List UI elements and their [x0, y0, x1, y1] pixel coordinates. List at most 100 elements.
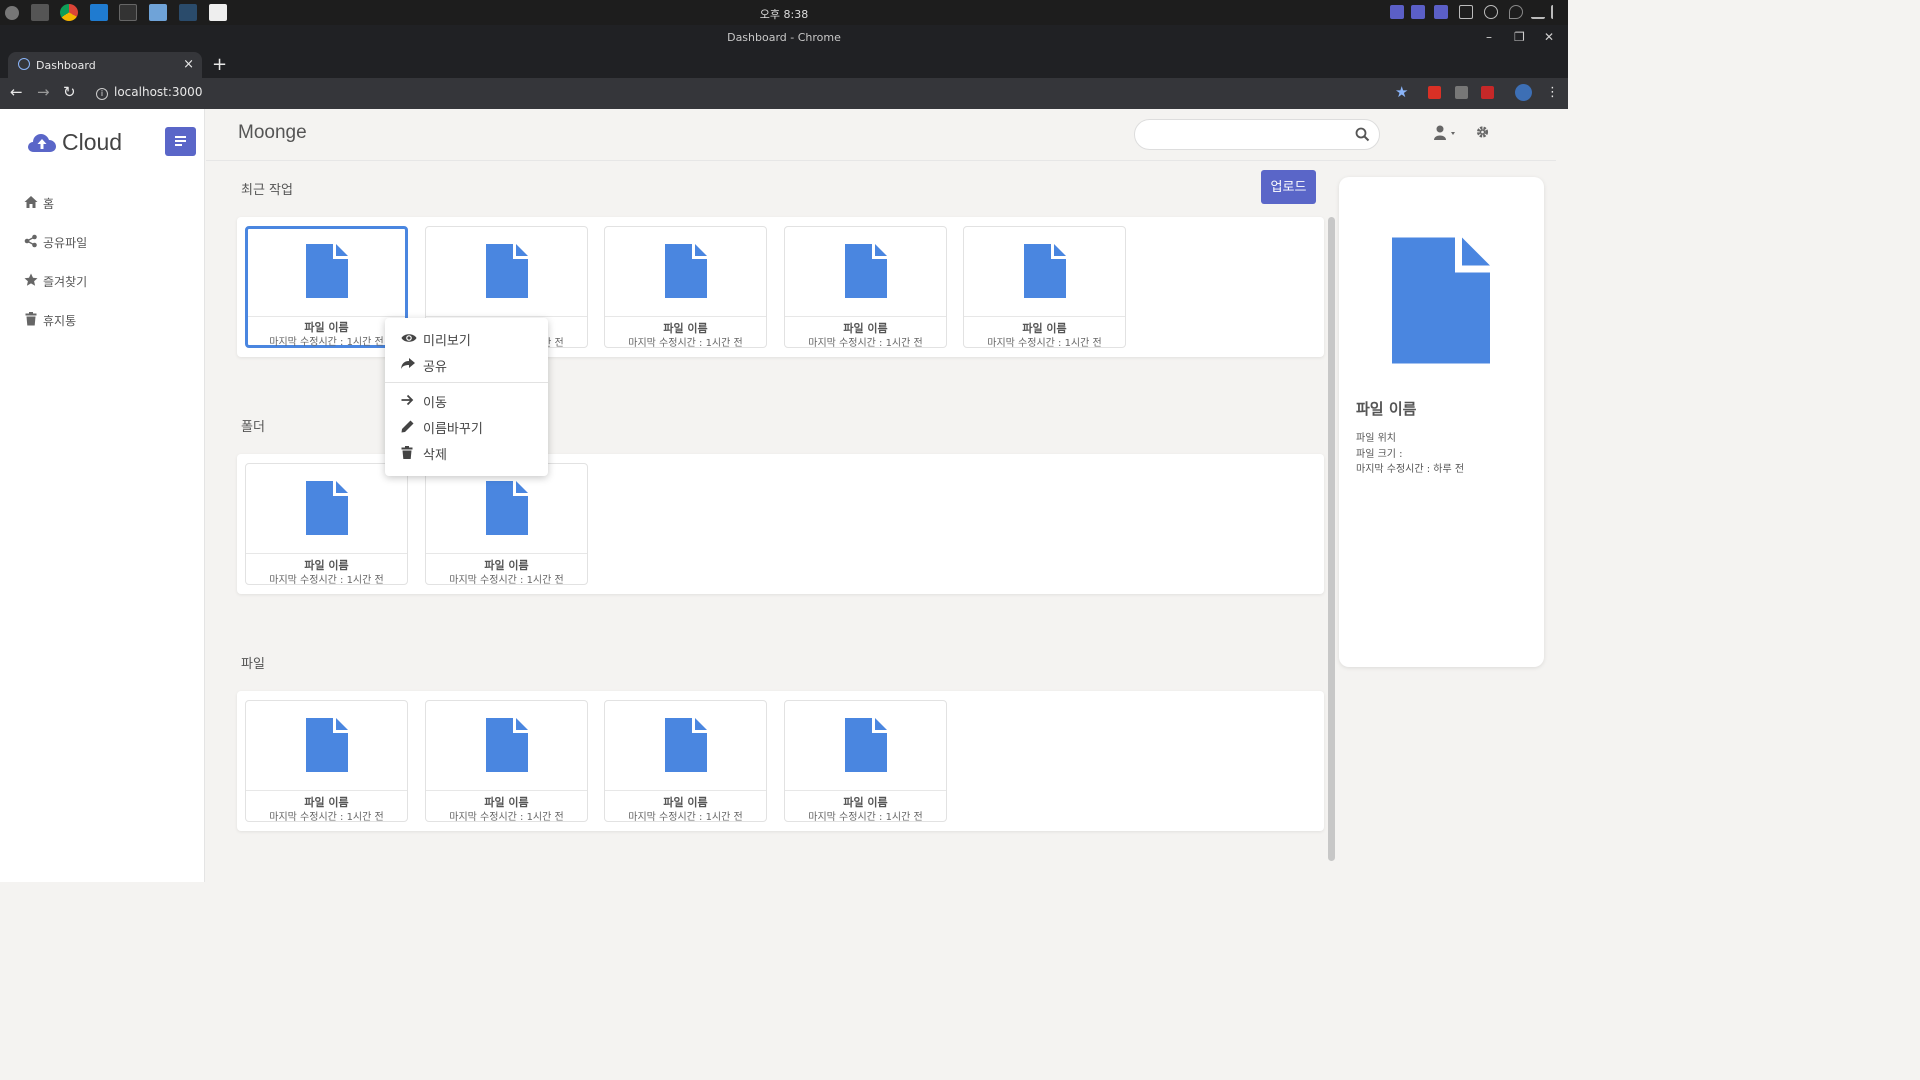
- card-divider: [605, 790, 766, 791]
- file-modified: 마지막 수정시간 : 1시간 전: [808, 812, 923, 823]
- extension-icon-2[interactable]: [1455, 86, 1468, 99]
- file-icon: [665, 244, 707, 298]
- trash-icon: [25, 312, 37, 326]
- card-divider: [785, 316, 946, 317]
- search-icon[interactable]: [1355, 127, 1370, 142]
- file-modified: 마지막 수정시간 : 1시간 전: [449, 575, 564, 586]
- extension-icon-1[interactable]: [1428, 86, 1441, 99]
- cloud-upload-icon: [28, 134, 56, 152]
- forward-icon[interactable]: →: [37, 83, 50, 101]
- info-tray-icon[interactable]: [1484, 5, 1498, 19]
- file-card[interactable]: 파일 이름 마지막 수정시간 : 1시간 전: [963, 226, 1126, 349]
- card-divider: [964, 316, 1125, 317]
- file-card[interactable]: 파일 이름 마지막 수정시간 : 1시간 전: [784, 700, 947, 823]
- file-icon: [306, 244, 348, 298]
- file-modified: 마지막 수정시간 : 1시간 전: [269, 575, 384, 586]
- page-title: Moonge: [238, 122, 307, 143]
- file-modified: 마지막 수정시간 : 1시간 전: [987, 338, 1102, 349]
- section-title-recent: 최근 작업: [241, 183, 293, 198]
- file-icon: [845, 244, 887, 298]
- file-card[interactable]: 파일 이름 마지막 수정시간 : 1시간 전: [245, 226, 408, 348]
- share-icon: [401, 358, 415, 369]
- context-menu-label: 이름바꾸기: [423, 422, 483, 437]
- file-icon: [486, 718, 528, 772]
- close-tab-icon[interactable]: ×: [183, 57, 194, 72]
- context-menu-separator: [385, 382, 548, 383]
- user-icon[interactable]: [1434, 125, 1460, 141]
- logo-text: Cloud: [62, 129, 123, 155]
- teams-tray-icon[interactable]: [1390, 5, 1404, 19]
- file-icon: [1024, 244, 1066, 298]
- file-modified: 마지막 수정시간 : 1시간 전: [628, 338, 743, 349]
- location-tray-icon[interactable]: [1509, 5, 1523, 19]
- extension-icon-3[interactable]: [1481, 86, 1494, 99]
- back-icon[interactable]: ←: [10, 83, 23, 101]
- restore-icon[interactable]: ❐: [1514, 30, 1525, 44]
- info-icon[interactable]: i: [96, 88, 108, 100]
- file-preview-icon: [1392, 237, 1490, 364]
- teams-tray-icon-3[interactable]: [1434, 5, 1448, 19]
- new-tab-icon[interactable]: +: [212, 54, 227, 75]
- arrow-right-icon: [401, 394, 414, 406]
- window-title: Dashboard - Chrome: [727, 31, 841, 44]
- tab-title: Dashboard: [36, 59, 96, 72]
- file-icon: [665, 718, 707, 772]
- upload-button[interactable]: 업로드: [1261, 170, 1316, 204]
- file-card[interactable]: 파일 이름 마지막 수정시간 : 1시간 전: [604, 700, 767, 823]
- sidebar-toggle-button[interactable]: [165, 127, 196, 156]
- react-favicon-icon: [18, 58, 30, 70]
- sidebar-item-label: 즐겨찾기: [43, 275, 88, 289]
- card-divider: [246, 790, 407, 791]
- browser-tab[interactable]: Dashboard ×: [8, 52, 202, 78]
- search-input[interactable]: [1147, 126, 1347, 140]
- share-alt-icon: [24, 234, 37, 248]
- window-titlebar: Dashboard - Chrome – ❐ ✕: [0, 25, 1568, 50]
- sidebar-item-label: 홈: [43, 197, 55, 211]
- profile-avatar[interactable]: [1515, 84, 1532, 101]
- files-panel: 파일 이름 마지막 수정시간 : 1시간 전 파일 이름 마지막 수정시간 : …: [237, 691, 1324, 831]
- card-divider: [605, 316, 766, 317]
- content-scrollbar[interactable]: [1328, 217, 1335, 861]
- menu-icon-line: [175, 136, 186, 138]
- section-title-files: 파일: [241, 657, 265, 672]
- network-tray-icon[interactable]: [1531, 5, 1545, 19]
- sidebar-item-label: 휴지통: [43, 314, 77, 328]
- teams-tray-icon-2[interactable]: [1411, 5, 1425, 19]
- bookmark-star-icon[interactable]: ★: [1395, 83, 1408, 101]
- card-divider: [248, 316, 405, 317]
- section-title-folders: 폴더: [241, 420, 265, 435]
- sidebar: Cloud 홈 공유파일 즐겨찾기 휴지통: [0, 109, 205, 882]
- folder-card[interactable]: 파일 이름 마지막 수정시간 : 1시간 전: [245, 463, 408, 586]
- card-divider: [426, 553, 587, 554]
- file-icon: [486, 244, 528, 298]
- minimize-icon[interactable]: –: [1486, 30, 1492, 44]
- file-card[interactable]: 파일 이름 마지막 수정시간 : 1시간 전: [604, 226, 767, 349]
- context-menu-label: 공유: [423, 360, 447, 375]
- search-box[interactable]: [1134, 119, 1380, 150]
- file-card[interactable]: 파일 이름 마지막 수정시간 : 1시간 전: [425, 700, 588, 823]
- card-divider: [426, 316, 587, 317]
- menu-icon-line: [175, 140, 186, 142]
- settings-gear-icon[interactable]: [1476, 125, 1489, 139]
- file-modified: 마지막 수정시간 : 1시간 전: [449, 812, 564, 823]
- music-tray-icon[interactable]: [1551, 5, 1565, 19]
- keyboard-tray-icon[interactable]: [1459, 5, 1473, 19]
- file-modified: 마지막 수정시간 : 1시간 전: [269, 812, 384, 823]
- close-window-icon[interactable]: ✕: [1544, 30, 1554, 44]
- card-divider: [785, 790, 946, 791]
- context-menu-label: 이동: [423, 396, 447, 411]
- file-icon: [486, 481, 528, 535]
- browser-menu-icon[interactable]: ⋮: [1546, 85, 1559, 100]
- file-card[interactable]: 파일 이름 마지막 수정시간 : 1시간 전: [245, 700, 408, 823]
- file-card[interactable]: 파일 이름 마지막 수정시간 : 1시간 전: [784, 226, 947, 349]
- browser-toolbar: ← → ↻ i localhost:3000 ★ ⋮: [0, 78, 1568, 109]
- star-icon: [24, 273, 38, 286]
- reload-icon[interactable]: ↻: [63, 83, 76, 101]
- os-top-bar: 오후 8:38: [0, 0, 1568, 25]
- address-bar[interactable]: i localhost:3000: [96, 85, 202, 100]
- tab-bar: Dashboard × +: [0, 50, 1568, 78]
- detail-file-modified: 마지막 수정시간 : 하루 전: [1356, 464, 1465, 475]
- file-detail-panel: 파일 이름 파일 위치 파일 크기 : 마지막 수정시간 : 하루 전: [1339, 177, 1544, 667]
- folder-card[interactable]: 파일 이름 마지막 수정시간 : 1시간 전: [425, 463, 588, 586]
- trash-icon: [401, 446, 413, 459]
